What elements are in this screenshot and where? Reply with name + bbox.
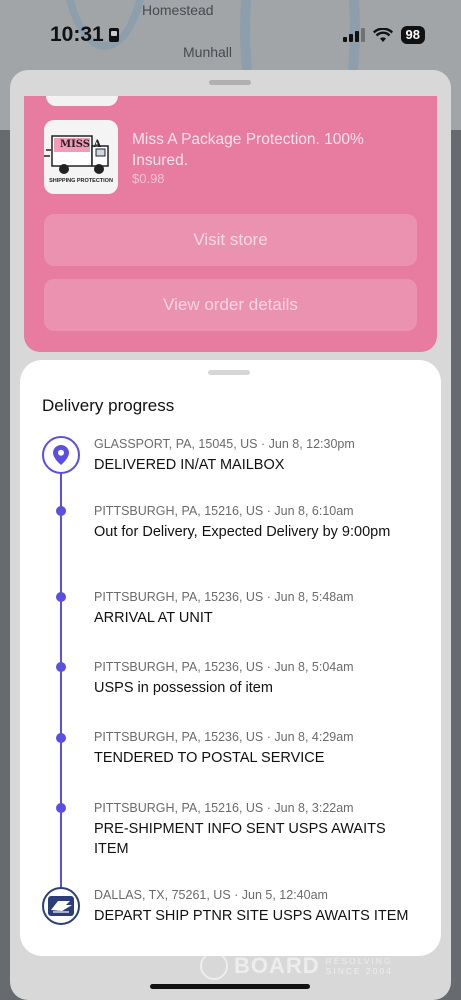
timeline-dot bbox=[56, 592, 66, 602]
delivery-event: PITTSBURGH, PA, 15236, US · Jun 8, 5:04a… bbox=[94, 659, 424, 698]
watermark-logo-icon bbox=[200, 952, 228, 980]
timeline-dot bbox=[56, 662, 66, 672]
delivery-event: DALLAS, TX, 75261, US · Jun 5, 12:40am D… bbox=[94, 887, 424, 926]
event-meta: PITTSBURGH, PA, 15236, US · Jun 8, 5:04a… bbox=[94, 660, 354, 674]
battery-indicator: 98 bbox=[400, 26, 425, 44]
clock-text: 10:31 bbox=[50, 23, 104, 46]
thumb-caption-text: SHIPPING PROTECTION bbox=[49, 178, 113, 184]
watermark-sub-line: SINCE 2004 bbox=[325, 966, 393, 976]
event-meta: PITTSBURGH, PA, 15216, US · Jun 8, 3:22a… bbox=[94, 801, 354, 815]
status-icons: 98 bbox=[342, 26, 425, 44]
event-description: TENDERED TO POSTAL SERVICE bbox=[94, 750, 325, 766]
event-meta: PITTSBURGH, PA, 15236, US · Jun 8, 4:29a… bbox=[94, 730, 354, 744]
sheet-grabber[interactable] bbox=[209, 80, 251, 85]
delivery-progress-title: Delivery progress bbox=[42, 396, 175, 415]
delivery-event: PITTSBURGH, PA, 15236, US · Jun 8, 4:29a… bbox=[94, 729, 424, 768]
delivery-progress-sheet: Delivery progress GLASSPORT, PA, 15045, … bbox=[20, 360, 441, 956]
timeline-dot bbox=[56, 506, 66, 516]
location-pin-icon bbox=[42, 436, 80, 474]
previous-item-thumb bbox=[46, 96, 118, 106]
status-time: 10:31 bbox=[50, 23, 120, 47]
visit-store-button[interactable]: Visit store bbox=[44, 214, 417, 266]
delivery-event: GLASSPORT, PA, 15045, US · Jun 8, 12:30p… bbox=[94, 436, 424, 475]
watermark-sub-line: RESOLVING bbox=[325, 956, 393, 966]
event-description: USPS in possession of item bbox=[94, 680, 273, 696]
timeline-line bbox=[60, 456, 62, 896]
timeline-dot bbox=[56, 803, 66, 813]
delivery-event: PITTSBURGH, PA, 15216, US · Jun 8, 6:10a… bbox=[94, 503, 424, 542]
product-price: $0.98 bbox=[132, 171, 165, 186]
watermark-sub: RESOLVING SINCE 2004 bbox=[326, 956, 393, 976]
thumb-brand-text: MISS A bbox=[60, 139, 102, 150]
event-description: ARRIVAL AT UNIT bbox=[94, 610, 213, 626]
product-title: Miss A Package Protection. 100% Insured. bbox=[132, 131, 364, 169]
event-meta: GLASSPORT, PA, 15045, US · Jun 8, 12:30p… bbox=[94, 437, 355, 451]
watermark: BOARD RESOLVING SINCE 2004 bbox=[200, 952, 393, 980]
watermark-main: BOARD bbox=[234, 953, 320, 978]
product-thumbnail[interactable]: MISS A SHIPPING PROTECTION bbox=[44, 120, 118, 194]
usps-eagle-icon bbox=[42, 887, 80, 925]
event-meta: DALLAS, TX, 75261, US · Jun 5, 12:40am bbox=[94, 888, 328, 902]
event-description: Out for Delivery, Expected Delivery by 9… bbox=[94, 524, 391, 540]
event-description: DEPART SHIP PTNR SITE USPS AWAITS ITEM bbox=[94, 908, 409, 924]
wifi-icon bbox=[372, 27, 393, 42]
view-order-details-button[interactable]: View order details bbox=[44, 279, 417, 331]
event-description: PRE-SHIPMENT INFO SENT USPS AWAITS ITEM bbox=[94, 821, 386, 857]
id-badge-icon bbox=[108, 28, 119, 42]
delivery-event: PITTSBURGH, PA, 15236, US · Jun 8, 5:48a… bbox=[94, 589, 424, 628]
delivery-event: PITTSBURGH, PA, 15216, US · Jun 8, 3:22a… bbox=[94, 800, 424, 859]
order-card: MISS A SHIPPING PROTECTION Miss A Packag… bbox=[24, 96, 437, 352]
event-description: DELIVERED IN/AT MAILBOX bbox=[94, 457, 285, 473]
home-indicator[interactable] bbox=[150, 984, 310, 989]
status-bar: 10:31 98 bbox=[0, 18, 461, 52]
event-meta: PITTSBURGH, PA, 15216, US · Jun 8, 6:10a… bbox=[94, 504, 354, 518]
sheet-grabber[interactable] bbox=[208, 370, 250, 375]
timeline-dot bbox=[56, 733, 66, 743]
event-meta: PITTSBURGH, PA, 15236, US · Jun 8, 5:48a… bbox=[94, 590, 354, 604]
cellular-signal-icon bbox=[342, 28, 365, 42]
